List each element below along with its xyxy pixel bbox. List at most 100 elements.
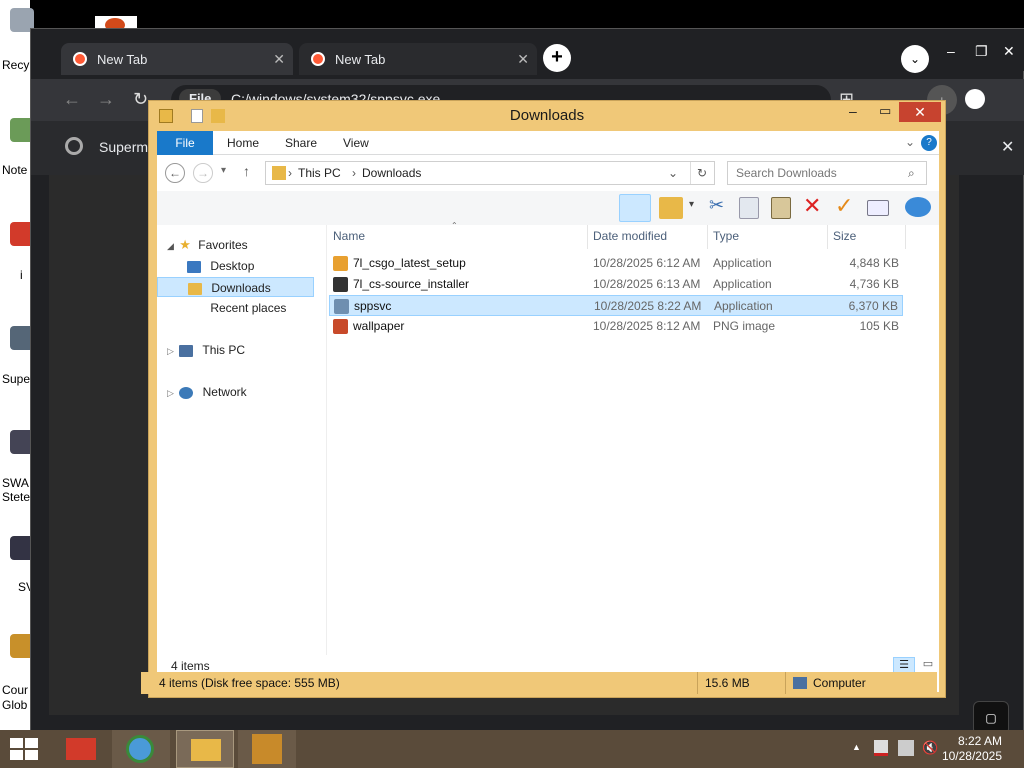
tab-search-button[interactable]: ⌄ xyxy=(901,45,929,73)
file-row[interactable]: 7l_csgo_latest_setup 10/28/2025 6:12 AM Ap… xyxy=(329,253,903,274)
file-size: 4,848 KB xyxy=(849,256,899,270)
file-row[interactable]: 7l_cs-source_installer 10/28/2025 6:13 AM… xyxy=(329,274,903,295)
navigation-pane: ◢ ★ Favorites Desktop Downloads Recent p… xyxy=(157,225,327,655)
close-window-button[interactable]: ✕ xyxy=(1003,43,1015,60)
expand-icon[interactable]: ▷ xyxy=(167,346,174,356)
column-header-size[interactable]: Size xyxy=(833,229,856,243)
delete-icon[interactable]: ✕ xyxy=(803,193,821,219)
action-center-icon[interactable] xyxy=(874,740,888,756)
tab-new-tab-2[interactable]: New Tab ✕ xyxy=(299,43,537,75)
tab-home[interactable]: Home xyxy=(215,131,271,155)
clock-time: 8:22 AM xyxy=(957,734,1002,748)
nav-item-favorites[interactable]: ◢ ★ Favorites xyxy=(167,235,248,255)
minimize-button[interactable]: – xyxy=(849,103,857,119)
reload-button[interactable]: ↻ xyxy=(133,89,148,110)
volume-muted-icon[interactable]: 🔇 xyxy=(922,740,938,756)
file-row[interactable]: wallpaper 10/28/2025 8:12 AM PNG image 105 … xyxy=(329,316,903,337)
divider xyxy=(785,672,786,694)
folder-options-icon[interactable] xyxy=(659,197,683,219)
file-date: 10/28/2025 8:12 AM xyxy=(593,319,701,333)
nav-label: Network xyxy=(202,385,247,399)
column-header-type[interactable]: Type xyxy=(713,229,739,243)
desktop-icon-label: Glob xyxy=(2,698,28,712)
close-tab-icon[interactable]: ✕ xyxy=(517,51,529,68)
address-dropdown-icon[interactable]: ⌄ xyxy=(668,162,678,184)
forward-button[interactable]: → xyxy=(193,163,213,183)
maximize-button[interactable]: ▭ xyxy=(879,103,891,119)
cut-icon[interactable]: ✂ xyxy=(709,195,724,216)
duckduckgo-icon xyxy=(311,52,325,66)
clock-date: 10/28/2025 xyxy=(941,749,1002,763)
nav-item-recent-places[interactable]: Recent places xyxy=(187,298,286,318)
computer-icon xyxy=(793,677,807,689)
nav-item-desktop[interactable]: Desktop xyxy=(187,256,254,276)
forward-button[interactable]: → xyxy=(97,89,115,110)
nav-item-network[interactable]: ▷ Network xyxy=(167,382,247,402)
dropdown-icon[interactable]: ▾ xyxy=(689,199,694,210)
desktop-icon-label: Note xyxy=(2,163,28,177)
column-divider[interactable] xyxy=(905,225,906,249)
nav-label: Recent places xyxy=(210,301,287,315)
back-button[interactable]: ← xyxy=(63,89,81,110)
disk-free-summary: 4 items (Disk free space: 555 MB) xyxy=(159,676,340,690)
show-hidden-icons-button[interactable]: ▲ xyxy=(852,742,861,752)
column-divider[interactable] xyxy=(827,225,828,249)
search-placeholder: Search Downloads xyxy=(736,166,837,180)
tab-title: New Tab xyxy=(335,51,386,67)
back-button[interactable]: ← xyxy=(165,163,185,183)
nav-item-downloads[interactable]: Downloads xyxy=(157,277,314,297)
file-explorer-window: Downloads – ▭ ✕ File Home Share View ⌄ ?… xyxy=(141,100,946,698)
profile-avatar[interactable] xyxy=(965,89,985,109)
ribbon-tabs: File Home Share View ⌄ ? xyxy=(157,131,939,155)
chevron-down-icon[interactable]: ⌄ xyxy=(905,135,915,149)
breadcrumb-this-pc[interactable]: This PC xyxy=(298,162,341,184)
nav-item-this-pc[interactable]: ▷ This PC xyxy=(167,340,245,360)
tab-view[interactable]: View xyxy=(331,131,381,155)
column-divider[interactable] xyxy=(707,225,708,249)
column-header-date[interactable]: Date modified xyxy=(593,229,667,243)
maximize-button[interactable]: ❐ xyxy=(975,43,988,60)
copy-icon[interactable] xyxy=(739,197,759,219)
close-tab-icon[interactable]: ✕ xyxy=(273,51,285,68)
info-bar-close-icon[interactable]: ✕ xyxy=(1001,137,1014,157)
taskbar-app-counter-strike[interactable] xyxy=(238,730,296,768)
application-icon xyxy=(333,256,348,271)
paste-icon[interactable] xyxy=(771,197,791,219)
taskbar-app-chrome[interactable] xyxy=(112,730,170,768)
expand-icon[interactable]: ▷ xyxy=(167,388,174,398)
network-icon[interactable] xyxy=(898,740,914,756)
breadcrumb-downloads[interactable]: Downloads xyxy=(362,162,421,184)
up-button[interactable]: ↑ xyxy=(243,163,250,179)
rename-icon[interactable] xyxy=(867,200,889,216)
column-header-name[interactable]: Name xyxy=(333,229,365,243)
new-tab-button[interactable]: + xyxy=(543,44,571,72)
tab-share[interactable]: Share xyxy=(273,131,329,155)
file-date: 10/28/2025 8:22 AM xyxy=(594,299,702,313)
checkmark-icon[interactable]: ✓ xyxy=(835,193,853,219)
info-bar-text: Supermi xyxy=(99,139,152,155)
recent-locations-icon[interactable]: ▾ xyxy=(221,165,226,176)
explorer-body: File Home Share View ⌄ ? ← → ▾ ↑ › This … xyxy=(157,131,939,692)
desktop-background: Recy Note i Supe SWA Stete SV Cour Glob xyxy=(0,0,34,730)
file-name: 7l_csgo_latest_setup xyxy=(353,256,466,270)
image-file-icon xyxy=(333,319,348,334)
preview-pane-icon[interactable] xyxy=(619,194,651,222)
refresh-icon[interactable]: ↻ xyxy=(690,162,707,184)
search-input[interactable]: Search Downloads ⌕ xyxy=(727,161,927,185)
address-bar[interactable]: › This PC › Downloads ⌄ ↻ xyxy=(265,161,715,185)
column-divider[interactable] xyxy=(587,225,588,249)
taskbar-app-mail[interactable] xyxy=(52,730,110,768)
minimize-button[interactable]: – xyxy=(947,43,955,59)
globe-icon[interactable] xyxy=(905,197,931,217)
recent-places-icon xyxy=(187,302,201,315)
taskbar-app-file-explorer[interactable] xyxy=(176,730,234,768)
tab-new-tab-1[interactable]: New Tab ✕ xyxy=(61,43,293,75)
collapse-icon[interactable]: ◢ xyxy=(167,241,174,251)
file-row[interactable]: sppsvc 10/28/2025 8:22 AM Application 6,370… xyxy=(329,295,903,316)
clock[interactable]: 8:22 AM 10/28/2025 xyxy=(942,734,1002,764)
windows-start-icon[interactable] xyxy=(10,738,38,760)
help-icon[interactable]: ? xyxy=(921,135,937,151)
close-button[interactable]: ✕ xyxy=(899,102,941,122)
tab-file[interactable]: File xyxy=(157,131,213,155)
desktop-icon-label: Cour xyxy=(2,683,29,697)
